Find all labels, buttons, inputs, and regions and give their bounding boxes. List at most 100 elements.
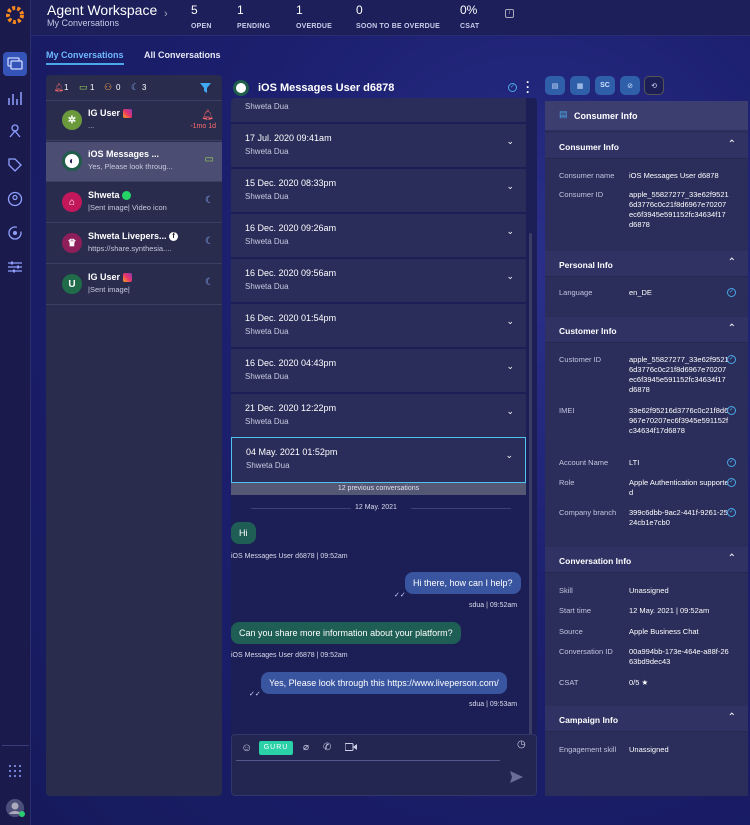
section-consumer-info[interactable]: Consumer Info ⌃ [545, 133, 748, 159]
active-tab-indicator [46, 63, 124, 65]
agent-message: Yes, Please look through this https://ww… [261, 672, 507, 694]
alert-bell-icon: 🔔︎ [201, 110, 214, 121]
history-item[interactable]: 15 Dec. 2020 08:33pm Shweta Dua ⌄ [231, 169, 526, 213]
send-icon[interactable] [510, 771, 523, 785]
phone-icon[interactable]: ✆ [323, 742, 331, 753]
away-moon-icon[interactable]: ☾ [131, 82, 139, 93]
instagram-icon [122, 109, 132, 119]
info-panel-header: ▤ Consumer Info [545, 101, 748, 130]
conversation-item-selected[interactable]: ◐ iOS Messages ... Yes, Please look thro… [46, 142, 222, 182]
day-separator: 12 May. 2021 [355, 504, 397, 511]
history-item[interactable]: 16 Dec. 2020 09:56am Shweta Dua ⌄ [231, 259, 526, 303]
conversation-item[interactable]: ♛ Shweta Livepers... f https://share.syn… [46, 224, 222, 264]
more-options-icon[interactable]: · · · [526, 76, 530, 98]
consumer-info-tab-icon[interactable]: ▤ [545, 76, 565, 95]
consumer-message: Hi [231, 522, 256, 544]
chevron-down-icon: ⌄ [506, 181, 514, 191]
clock-icon[interactable]: ◷ [517, 739, 526, 750]
chevron-up-icon: ⌃ [727, 712, 736, 723]
consumer-info-panel: ▤ Consumer Info Consumer Info ⌃ Consumer … [545, 101, 748, 796]
filter-icon[interactable] [200, 82, 211, 95]
top-bar: Agent Workspace My Conversations › 5 OPEN… [31, 0, 750, 36]
instagram-icon [122, 273, 132, 283]
tab-my-conversations[interactable]: My Conversations [46, 50, 124, 60]
video-icon[interactable] [344, 743, 357, 753]
verified-check-icon: ✓ [727, 406, 736, 415]
stat-open[interactable]: 5 OPEN [191, 3, 212, 30]
message-icon: ▭ [204, 154, 214, 165]
section-conversation-info[interactable]: Conversation Info ⌃ [545, 547, 748, 573]
verified-check-icon: ✓ [727, 508, 736, 517]
sync-nav-icon[interactable] [3, 221, 27, 245]
guru-button[interactable]: GURU [259, 741, 293, 755]
message-meta: iOS Messages User d6878 | 09:52am [231, 652, 348, 659]
divider [251, 508, 351, 509]
consumer-message: Can you share more information about you… [231, 622, 461, 644]
list-filter-bar: 🔔︎ 1 ▭ 1 ⚇ 0 ☾ 3 [46, 75, 222, 101]
conversation-item[interactable]: ⌂ Shweta |Sent image| Video icon ☾ [46, 183, 222, 223]
stat-overdue[interactable]: 1 OVERDUE [296, 3, 332, 30]
history-item[interactable]: 21 Dec. 2020 12:22pm Shweta Dua ⌄ [231, 394, 526, 438]
section-customer-info[interactable]: Customer Info ⌃ [545, 317, 748, 343]
read-receipt-icon: ✓✓ [249, 691, 261, 698]
verified-check-icon: ✓ [727, 288, 736, 297]
chat-avatar [233, 80, 249, 96]
history-item[interactable]: 16 Dec. 2020 04:43pm Shweta Dua ⌄ [231, 349, 526, 393]
scrollbar[interactable] [529, 233, 532, 743]
whatsapp-icon [122, 191, 132, 201]
bot-nav-icon[interactable] [3, 119, 27, 143]
verified-check-icon: ✓ [727, 355, 736, 364]
verified-check-icon: ✓ [508, 83, 517, 92]
apps-grid-icon[interactable] [3, 759, 27, 783]
section-personal-info[interactable]: Personal Info ⌃ [545, 251, 748, 277]
previous-conversations-bar[interactable]: 12 previous conversations [231, 483, 526, 495]
history-item[interactable]: Shweta Dua [231, 98, 526, 123]
tag-nav-icon[interactable] [3, 153, 27, 177]
info-icon[interactable]: i [505, 9, 514, 18]
history-item-selected[interactable]: 04 May. 2021 01:52pm Shweta Dua ⌄ [231, 437, 526, 483]
conversation-list-panel: 🔔︎ 1 ▭ 1 ⚇ 0 ☾ 3 ✲ IG User ... 🔔︎ -1mo 1… [46, 75, 222, 796]
tab-all-conversations[interactable]: All Conversations [144, 50, 221, 60]
conversation-item[interactable]: U IG User |Sent image| ☾ [46, 265, 222, 305]
cards-tab-icon[interactable]: ▦ [570, 76, 590, 95]
chevron-right-icon: › [164, 8, 168, 20]
avatar: U [62, 274, 82, 294]
read-receipt-icon: ✓✓ [394, 592, 406, 599]
app-subtitle: My Conversations [47, 18, 120, 28]
history-item[interactable]: 16 Dec. 2020 09:26am Shweta Dua ⌄ [231, 214, 526, 258]
agent-avatar-icon[interactable] [3, 796, 27, 820]
facebook-icon: f [169, 232, 179, 242]
chevron-down-icon: ⌄ [506, 406, 514, 416]
analytics-nav-icon[interactable] [3, 86, 27, 110]
attachment-icon[interactable]: ⌀ [303, 742, 309, 753]
app-title: Agent Workspace [47, 2, 158, 18]
chevron-down-icon: ⌄ [506, 361, 514, 371]
avatar: ⌂ [62, 192, 82, 212]
left-nav-rail [0, 0, 31, 825]
settings-sliders-icon[interactable] [3, 255, 27, 279]
liveperson-logo-icon [3, 3, 27, 27]
chevron-down-icon: ⌄ [506, 226, 514, 236]
user-nav-icon[interactable] [3, 187, 27, 211]
alert-bell-icon[interactable]: 🔔︎ [54, 83, 64, 92]
emoji-icon[interactable]: ☺ [241, 742, 252, 754]
history-item[interactable]: 17 Jul. 2020 09:41am Shweta Dua ⌄ [231, 124, 526, 168]
consumer-card-icon: ▤ [559, 109, 568, 119]
tab-sc[interactable]: SC [595, 76, 615, 95]
history-tab-icon[interactable]: ⟲ [644, 76, 664, 95]
message-icon[interactable]: ▭ [79, 82, 88, 93]
section-campaign-info[interactable]: Campaign Info ⌃ [545, 706, 748, 732]
users-icon[interactable]: ⚇ [104, 82, 112, 93]
stat-soon-overdue[interactable]: 0 SOON TO BE OVERDUE [356, 3, 440, 30]
chat-title: iOS Messages User d6878 [258, 82, 395, 94]
stat-pending[interactable]: 1 PENDING [237, 3, 270, 30]
agent-message: Hi there, how can I help? [405, 572, 521, 594]
input-underline [236, 760, 500, 761]
compass-tab-icon[interactable]: ⊘ [620, 76, 640, 95]
conversations-nav-icon[interactable] [3, 52, 27, 76]
star-icon: ★ [641, 678, 649, 687]
history-item[interactable]: 16 Dec. 2020 01:54pm Shweta Dua ⌄ [231, 304, 526, 348]
stat-csat[interactable]: 0% CSAT [460, 3, 479, 30]
conversation-item[interactable]: ✲ IG User ... 🔔︎ -1mo 1d [46, 101, 222, 141]
message-input[interactable] [236, 762, 500, 792]
